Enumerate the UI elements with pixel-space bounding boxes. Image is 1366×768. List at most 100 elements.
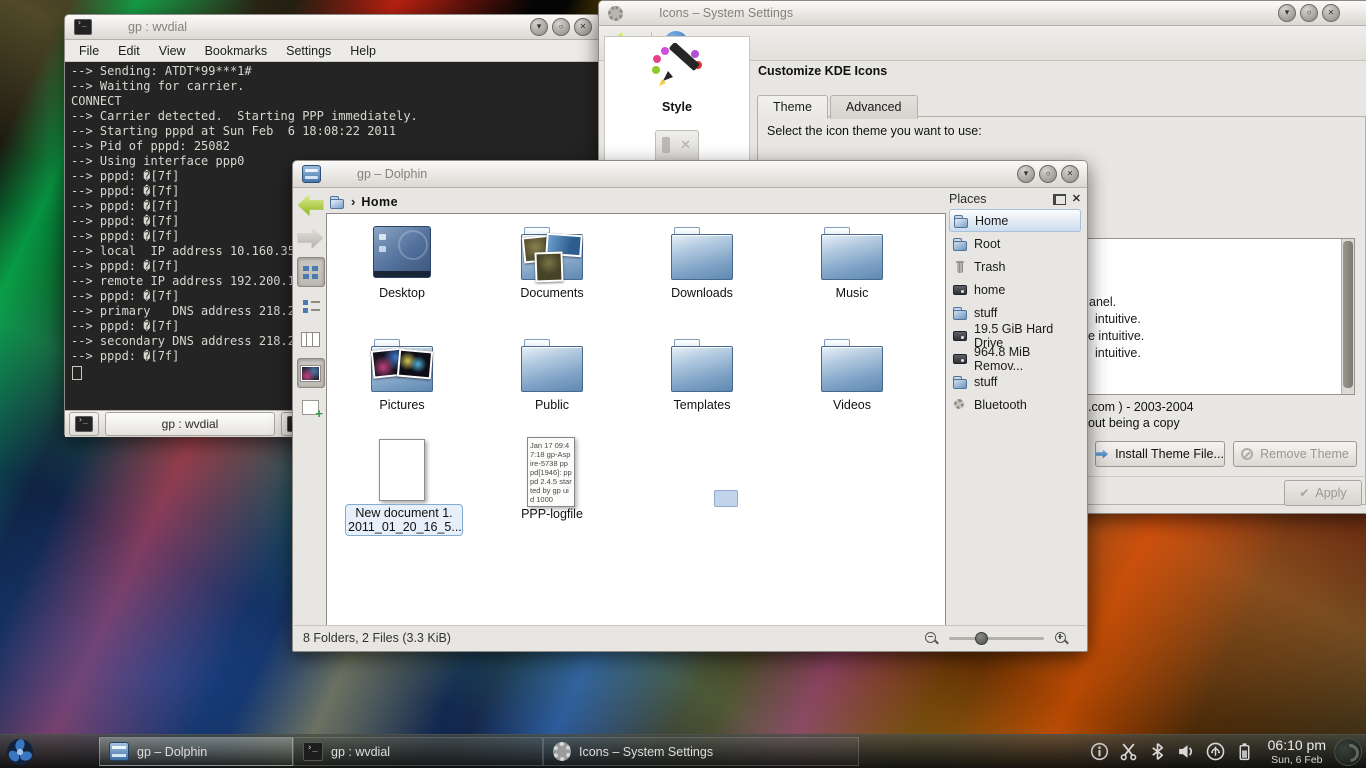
breadcrumb-home[interactable]: Home — [361, 195, 398, 209]
volume-icon[interactable] — [1177, 742, 1196, 761]
ppp-logfile-file[interactable]: Jan 17 09:47:18 gp-Aspire-5738 pppd[1946… — [527, 437, 575, 507]
folder-item[interactable]: Downloads — [627, 224, 777, 336]
icons-view-button[interactable] — [297, 257, 325, 287]
klipper-scissors-icon[interactable] — [1119, 742, 1138, 761]
new-document-file[interactable] — [379, 439, 425, 501]
folder-item[interactable]: Desktop — [327, 224, 477, 336]
remove-theme-button[interactable]: Remove Theme — [1233, 441, 1357, 467]
taskbar: gp – Dolphin gp : wvdial Icons – System … — [0, 734, 1366, 768]
no-entry-icon — [1241, 448, 1253, 460]
tab-theme[interactable]: Theme — [757, 95, 828, 119]
places-item[interactable]: Home — [949, 209, 1081, 232]
taskbar-task[interactable]: gp : wvdial — [293, 737, 543, 766]
split-view-icon — [302, 400, 319, 415]
maximize-button[interactable] — [1039, 165, 1057, 183]
places-item[interactable]: 964.8 MiB Remov... — [949, 347, 1081, 370]
zoom-out-icon[interactable] — [924, 631, 939, 646]
place-icon — [952, 374, 968, 390]
theme-description-fragment: e intuitive. — [1088, 329, 1144, 343]
places-item[interactable]: Trash — [949, 255, 1081, 278]
theme-description-fragment: anel. — [1089, 295, 1116, 309]
folder-label: Downloads — [671, 286, 733, 300]
detach-panel-icon[interactable] — [1053, 194, 1066, 205]
settings-titlebar[interactable]: Icons – System Settings — [599, 1, 1366, 26]
dolphin-statusbar: 8 Folders, 2 Files (3.3 KiB) — [294, 625, 1086, 650]
style-icon[interactable] — [649, 43, 705, 93]
maximize-button[interactable] — [1300, 4, 1318, 22]
columns-view-button[interactable] — [298, 325, 324, 353]
install-theme-button[interactable]: Install Theme File... — [1095, 441, 1225, 467]
menu-item[interactable]: Settings — [286, 44, 331, 58]
terminal-titlebar[interactable]: gp : wvdial — [65, 15, 600, 40]
folder-item[interactable]: Documents — [477, 224, 627, 336]
places-item[interactable]: home — [949, 278, 1081, 301]
hardware-icon[interactable] — [655, 130, 699, 162]
close-button[interactable] — [1322, 4, 1340, 22]
menu-item[interactable]: View — [159, 44, 186, 58]
folder-item[interactable]: Public — [477, 336, 627, 448]
folder-label: Videos — [833, 398, 871, 412]
terminal-line: --> Pid of pppd: 25082 — [71, 139, 600, 154]
folder-item[interactable]: Music — [777, 224, 927, 336]
task-list: gp – Dolphin gp : wvdial Icons – System … — [99, 737, 859, 766]
clock[interactable]: 06:10 pm Sun, 6 Feb — [1260, 737, 1334, 765]
dolphin-titlebar[interactable]: gp – Dolphin — [293, 161, 1087, 188]
minimize-button[interactable] — [1278, 4, 1296, 22]
forward-button[interactable] — [298, 224, 324, 252]
places-item[interactable]: stuff — [949, 370, 1081, 393]
settings-tabs: Theme Advanced — [757, 95, 920, 119]
zoom-slider-handle[interactable] — [975, 632, 988, 645]
menu-item[interactable]: Bookmarks — [205, 44, 268, 58]
place-label: Home — [975, 214, 1008, 228]
zoom-in-icon[interactable] — [1054, 631, 1069, 646]
terminal-cursor — [72, 366, 82, 380]
battery-icon[interactable] — [1235, 742, 1254, 761]
close-button[interactable] — [574, 18, 592, 36]
usb-device-icon[interactable] — [1206, 742, 1225, 761]
terminal-tab-label: gp : wvdial — [162, 417, 219, 431]
place-label: 964.8 MiB Remov... — [974, 345, 1081, 373]
folder-item[interactable]: Pictures — [327, 336, 477, 448]
menu-item[interactable]: File — [79, 44, 99, 58]
place-label: Trash — [974, 260, 1006, 274]
info-icon[interactable] — [1090, 742, 1109, 761]
bluetooth-icon[interactable] — [1148, 742, 1167, 761]
preview-toggle-button[interactable] — [297, 358, 325, 388]
details-view-button[interactable] — [298, 292, 324, 320]
menu-item[interactable]: Help — [350, 44, 376, 58]
folder-item[interactable]: Templates — [627, 336, 777, 448]
back-button[interactable] — [298, 191, 324, 219]
kde-launcher-icon[interactable] — [5, 737, 35, 767]
import-icon — [1096, 450, 1108, 459]
minimize-button[interactable] — [530, 18, 548, 36]
close-panel-icon[interactable]: ✕ — [1072, 194, 1081, 204]
new-tab-button[interactable] — [69, 412, 99, 436]
preview-icon — [301, 366, 320, 381]
maximize-button[interactable] — [552, 18, 570, 36]
menu-item[interactable]: Edit — [118, 44, 140, 58]
minimize-button[interactable] — [1017, 165, 1035, 183]
taskbar-task[interactable]: Icons – System Settings — [543, 737, 859, 766]
places-item[interactable]: Bluetooth — [949, 393, 1081, 416]
place-icon — [952, 236, 968, 252]
check-icon: ✔ — [1299, 486, 1309, 500]
scrollbar[interactable] — [1341, 239, 1354, 394]
close-button[interactable] — [1061, 165, 1079, 183]
terminal-tab[interactable]: gp : wvdial — [105, 412, 275, 436]
folder-icon — [519, 224, 585, 282]
new-document-label[interactable]: New document 1. 2011_01_20_16_5... — [345, 504, 463, 536]
split-view-button[interactable] — [298, 393, 324, 421]
folder-item[interactable]: Videos — [777, 336, 927, 448]
plasma-cashew-icon[interactable] — [1334, 738, 1362, 766]
apply-button[interactable]: ✔ Apply — [1284, 480, 1362, 506]
ppp-logfile-label[interactable]: PPP-logfile — [502, 507, 602, 521]
zoom-slider[interactable] — [949, 631, 1044, 645]
places-item[interactable]: Root — [949, 232, 1081, 255]
home-icon[interactable] — [329, 194, 345, 210]
dolphin-file-view[interactable]: Desktop Documents Downloads — [326, 213, 946, 627]
task-icon — [109, 742, 129, 761]
tab-advanced[interactable]: Advanced — [830, 95, 918, 119]
taskbar-task[interactable]: gp – Dolphin — [99, 737, 293, 766]
terminal-icon — [75, 416, 93, 432]
places-header[interactable]: Places ✕ — [949, 189, 1081, 209]
